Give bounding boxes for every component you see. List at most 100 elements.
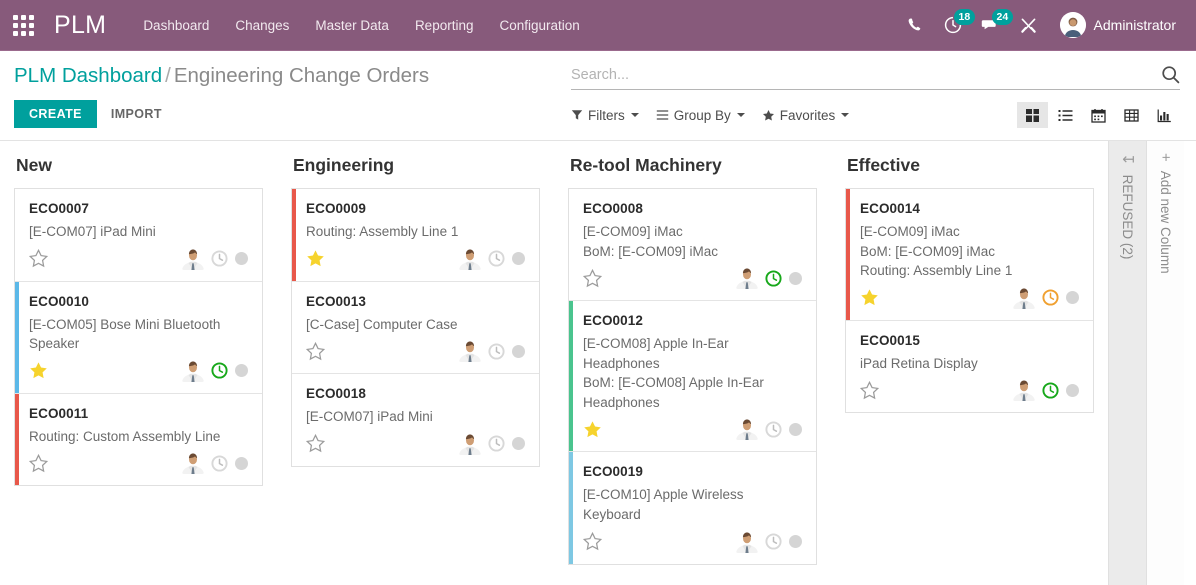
kanban-folded-column-addnew[interactable]: + Add new Column	[1146, 141, 1184, 585]
card-priority-star[interactable]	[29, 361, 48, 380]
card-priority-star[interactable]	[306, 434, 325, 453]
card-kanban-state-dot[interactable]	[789, 422, 802, 436]
menu-item-reporting[interactable]: Reporting	[402, 10, 487, 41]
card-deadline-indicator[interactable]	[488, 435, 505, 452]
card-assignee-avatar[interactable]	[736, 267, 758, 290]
card-assignee-avatar[interactable]	[182, 247, 204, 270]
tools-button[interactable]	[1010, 0, 1048, 51]
card-priority-star[interactable]	[860, 288, 879, 307]
view-switcher	[1017, 102, 1180, 128]
import-button[interactable]: IMPORT	[103, 100, 170, 128]
card-deadline-indicator[interactable]	[211, 362, 228, 379]
favorites-dropdown[interactable]: Favorites	[762, 108, 850, 123]
card-kanban-state-dot[interactable]	[512, 437, 525, 451]
view-graph-button[interactable]	[1149, 102, 1180, 128]
card-kanban-state-dot[interactable]	[512, 344, 525, 358]
card-reference: ECO0014	[860, 201, 920, 216]
card-assignee-avatar[interactable]	[1013, 379, 1035, 402]
card-kanban-state-dot[interactable]	[789, 271, 802, 285]
menu-item-configuration[interactable]: Configuration	[486, 10, 592, 41]
card-deadline-indicator[interactable]	[488, 250, 505, 267]
card-assignee-avatar[interactable]	[182, 359, 204, 382]
view-calendar-button[interactable]	[1083, 102, 1114, 128]
card-deadline-indicator[interactable]	[765, 421, 782, 438]
card-kanban-state-dot[interactable]	[235, 456, 248, 470]
card-deadline-indicator[interactable]	[211, 455, 228, 472]
card-kanban-state-dot[interactable]	[235, 252, 248, 266]
search-bar[interactable]	[571, 65, 1180, 90]
card-assignee-avatar[interactable]	[459, 247, 481, 270]
menu-item-changes[interactable]: Changes	[222, 10, 302, 41]
card-assignee-avatar[interactable]	[736, 418, 758, 441]
filters-dropdown[interactable]: Filters	[571, 108, 639, 123]
deadline-clock-icon	[488, 435, 505, 452]
card-priority-star[interactable]	[29, 453, 48, 473]
card-assignee-avatar[interactable]	[736, 530, 758, 553]
kanban-folded-column-refused[interactable]: ↧ REFUSED (2)	[1108, 141, 1146, 585]
star-icon-filled	[584, 421, 601, 437]
card-assignee-avatar[interactable]	[1013, 286, 1035, 309]
card-footer	[860, 378, 1079, 402]
card-deadline-indicator[interactable]	[765, 533, 782, 550]
app-brand[interactable]: PLM	[54, 11, 106, 40]
groupby-dropdown[interactable]: Group By	[656, 108, 745, 123]
kanban-card[interactable]: ECO0007 [E-COM07] iPad Mini	[15, 189, 262, 282]
kanban-card[interactable]: ECO0009 Routing: Assembly Line 1	[292, 189, 539, 282]
card-deadline-indicator[interactable]	[211, 250, 228, 267]
card-deadline-indicator[interactable]	[1042, 289, 1059, 306]
phone-button[interactable]	[896, 0, 934, 51]
kanban-card[interactable]: ECO0011 Routing: Custom Assembly Line	[15, 393, 262, 486]
messages-button[interactable]: 24	[972, 0, 1014, 51]
card-kanban-state-dot[interactable]	[235, 364, 248, 378]
card-priority-star[interactable]	[583, 420, 602, 439]
activities-button[interactable]: 18	[934, 0, 976, 51]
kanban-column-title[interactable]: Re-tool Machinery	[568, 141, 817, 188]
card-kanban-state-dot[interactable]	[789, 535, 802, 548]
kanban-card[interactable]: ECO0019 [E-COM10] Apple Wireless Keyboard	[569, 452, 816, 564]
kanban-card[interactable]: ECO0010 [E-COM05] Bose Mini Bluetooth Spe…	[15, 281, 262, 394]
card-kanban-state-dot[interactable]	[1066, 291, 1079, 305]
card-deadline-indicator[interactable]	[488, 343, 505, 360]
star-icon-outline	[29, 249, 48, 268]
kanban-card[interactable]: ECO0014 [E-COM09] iMac BoM: [E-COM09] iMac…	[846, 189, 1093, 321]
search-icon[interactable]	[1161, 65, 1180, 84]
card-priority-star[interactable]	[583, 268, 602, 288]
funnel-icon	[571, 110, 583, 120]
kanban-card[interactable]: ECO0018 [E-COM07] iPad Mini	[292, 374, 539, 466]
card-reference: ECO0010	[29, 293, 89, 309]
card-priority-star[interactable]	[860, 380, 879, 400]
card-priority-star[interactable]	[583, 532, 602, 551]
search-input[interactable]	[571, 66, 1161, 83]
card-deadline-indicator[interactable]	[765, 270, 782, 287]
menu-item-dashboard[interactable]: Dashboard	[130, 10, 222, 41]
card-kanban-state-dot[interactable]	[512, 252, 525, 266]
card-deadline-indicator[interactable]	[1042, 382, 1059, 399]
card-assignee-avatar[interactable]	[182, 452, 204, 475]
kanban-card[interactable]: ECO0013 [C-Case] Computer Case	[292, 281, 539, 375]
card-priority-star[interactable]	[306, 249, 325, 268]
card-kanban-state-dot[interactable]	[1066, 383, 1079, 397]
card-priority-star[interactable]	[306, 341, 325, 361]
apps-menu-button[interactable]	[0, 0, 46, 51]
card-description-line: BoM: [E-COM09] iMac	[860, 243, 996, 259]
card-assignee-avatar[interactable]	[459, 432, 481, 455]
view-pivot-button[interactable]	[1116, 102, 1147, 128]
menu-item-master-data[interactable]: Master Data	[302, 10, 402, 41]
assignee-avatar-image	[459, 340, 481, 363]
card-assignee-avatar[interactable]	[459, 340, 481, 363]
card-priority-star[interactable]	[29, 249, 48, 268]
kanban-card[interactable]: ECO0012 [E-COM08] Apple In-Ear Headphones…	[569, 301, 816, 453]
apps-grid-icon	[12, 14, 34, 36]
view-kanban-button[interactable]	[1017, 102, 1048, 128]
kanban-column-title[interactable]: Engineering	[291, 141, 540, 188]
kanban-column-title[interactable]: New	[14, 141, 263, 188]
kanban-card[interactable]: ECO0008 [E-COM09] iMac BoM: [E-COM09] iMac	[569, 189, 816, 302]
create-button[interactable]: CREATE	[14, 99, 97, 128]
user-menu-button[interactable]: Administrator	[1048, 12, 1182, 38]
view-list-button[interactable]	[1050, 102, 1081, 128]
phone-icon	[908, 18, 920, 31]
breadcrumb-root[interactable]: PLM Dashboard	[14, 64, 162, 87]
kanban-column-title[interactable]: Effective	[845, 141, 1094, 188]
star-icon-outline	[583, 268, 602, 287]
kanban-card[interactable]: ECO0015 iPad Retina Display	[846, 320, 1093, 413]
